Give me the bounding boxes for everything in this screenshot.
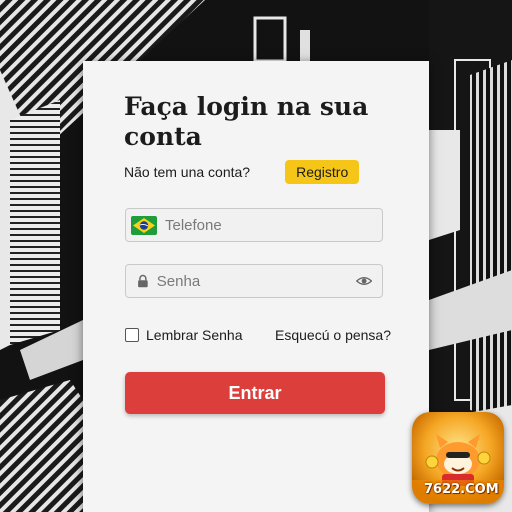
remember-label: Lembrar Senha xyxy=(146,327,243,343)
brazil-flag-icon xyxy=(131,215,157,235)
lock-icon xyxy=(138,274,148,288)
app-logo-badge[interactable]: 7622.COM xyxy=(412,412,504,504)
eye-icon[interactable] xyxy=(355,273,372,289)
password-field[interactable] xyxy=(125,264,383,298)
badge-text: 7622.COM xyxy=(424,482,499,497)
remember-checkbox[interactable] xyxy=(125,328,139,342)
phone-input[interactable] xyxy=(165,216,382,234)
page-title: Faça login na sua conta xyxy=(124,92,369,151)
signup-row: Não tem una conta? Registro xyxy=(124,159,415,185)
signup-prompt: Não tem una conta? xyxy=(124,164,251,180)
forgot-password-link[interactable]: Esquecú o pensa? xyxy=(275,327,391,343)
login-card: Faça login na sua conta Não tem una cont… xyxy=(83,61,429,512)
register-button[interactable]: Registro xyxy=(285,160,360,184)
remember-password[interactable]: Lembrar Senha xyxy=(125,327,243,343)
phone-field[interactable] xyxy=(125,208,383,242)
password-input[interactable] xyxy=(156,272,356,290)
submit-button[interactable]: Entrar xyxy=(125,372,385,414)
options-row: Lembrar Senha Esquecú o pensa? xyxy=(125,325,391,345)
